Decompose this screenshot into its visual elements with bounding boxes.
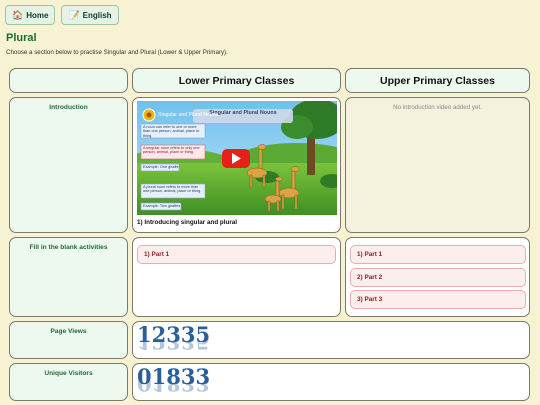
counter-reflection-digit: 3	[180, 338, 196, 354]
intro-video-player[interactable]: Singular and Plural Nouns Singular and P…	[137, 101, 337, 215]
video-note-2: A singular noun refers to only one perso…	[143, 146, 200, 155]
video-note-5: Example: Two giraffes	[143, 204, 181, 208]
unique-visitors-counter-reflection: 0 1 8 3 3	[137, 380, 210, 396]
counter-reflection-digit: 0	[137, 380, 152, 396]
counter-reflection-digit: 1	[151, 380, 167, 396]
page-title: Plural	[6, 32, 37, 44]
video-caption-link[interactable]: 1) Introducing singular and plural	[137, 219, 237, 226]
intro-upper-message: No introduction video added yet.	[345, 97, 530, 233]
video-note-3: Example: One giraffe	[143, 165, 179, 169]
counter-reflection-digit: 2	[151, 338, 167, 354]
upper-part-1-link[interactable]: 1) Part 1	[350, 245, 526, 264]
counter-reflection-digit: 1	[137, 338, 152, 354]
home-icon: 🏠	[12, 9, 24, 20]
counter-reflection-digit: 3	[180, 380, 196, 396]
row-label-fill-blank: Fill in the blank activities	[9, 237, 128, 317]
header-upper-primary: Upper Primary Classes	[345, 68, 530, 93]
upper-part-3-link[interactable]: 3) Part 3	[350, 290, 526, 309]
home-button-label: Home	[26, 10, 49, 20]
counter-reflection-digit: 5	[195, 338, 211, 354]
video-channel-title: Singular and Plural Nouns	[158, 112, 219, 118]
video-note-4: A plural noun refers to more than one pe…	[143, 185, 202, 194]
top-nav: 🏠 Home 📝 English	[5, 5, 119, 25]
video-note-1: A noun can refer to one or more than one…	[143, 125, 200, 138]
header-blank-cell	[9, 68, 128, 93]
page-subtitle: Choose a section below to practise Singu…	[6, 49, 228, 56]
lower-part-1-link[interactable]: 1) Part 1	[137, 245, 336, 264]
row-label-introduction: Introduction	[9, 97, 128, 233]
pencil-icon: 📝	[68, 9, 80, 20]
counter-reflection-digit: 3	[166, 338, 181, 354]
play-icon[interactable]	[233, 153, 234, 154]
counter-reflection-digit: 3	[195, 380, 211, 396]
english-button-label: English	[82, 10, 112, 20]
english-button[interactable]: 📝 English	[61, 5, 119, 25]
row-label-unique-visitors: Unique Visitors	[9, 363, 128, 401]
page-views-counter-reflection: 1 2 3 3 5	[137, 338, 210, 354]
row-label-page-views: Page Views	[9, 321, 128, 359]
upper-part-2-link[interactable]: 2) Part 2	[350, 268, 526, 287]
home-button[interactable]: 🏠 Home	[5, 5, 56, 25]
video-thumbnail	[137, 101, 337, 215]
counter-reflection-digit: 8	[166, 380, 181, 396]
header-lower-primary: Lower Primary Classes	[132, 68, 341, 93]
